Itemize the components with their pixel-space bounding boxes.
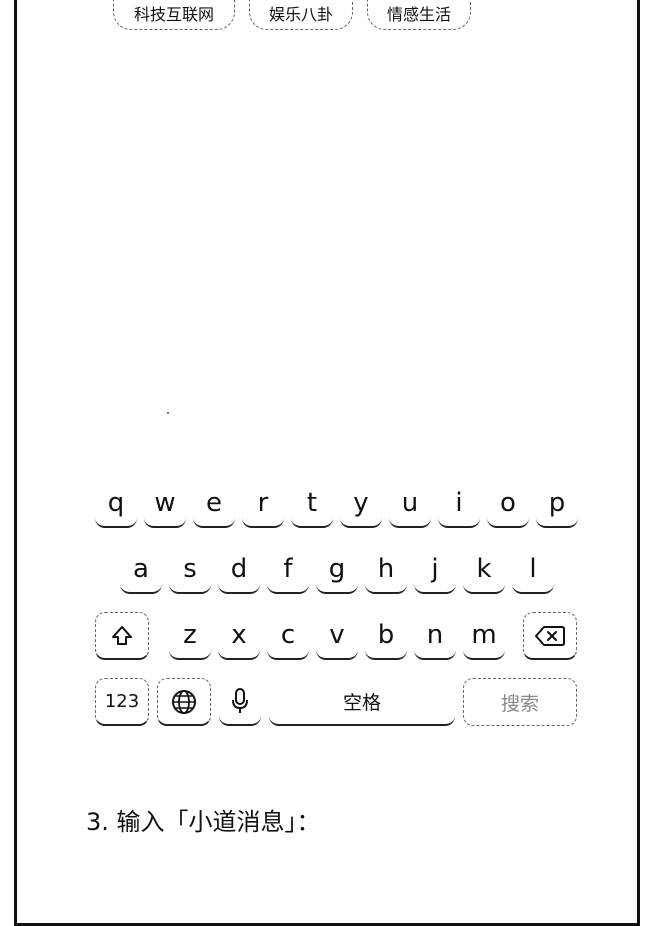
globe-icon — [171, 689, 197, 715]
backspace-key[interactable] — [523, 612, 577, 660]
key-t[interactable]: t — [291, 480, 333, 528]
key-p[interactable]: p — [536, 480, 578, 528]
key-e[interactable]: e — [193, 480, 235, 528]
key-m[interactable]: m — [463, 612, 505, 660]
keyboard: q w e r t y u i o p a s d f g h j k l z … — [80, 480, 584, 740]
key-j[interactable]: j — [414, 546, 456, 594]
key-s[interactable]: s — [169, 546, 211, 594]
chip-entertainment[interactable]: 娱乐八卦 — [249, 0, 353, 30]
globe-key[interactable] — [157, 678, 211, 726]
key-x[interactable]: x — [218, 612, 260, 660]
screen-frame: 科技互联网 娱乐八卦 情感生活 — [14, 0, 640, 926]
key-u[interactable]: u — [389, 480, 431, 528]
key-k[interactable]: k — [463, 546, 505, 594]
key-v[interactable]: v — [316, 612, 358, 660]
key-z[interactable]: z — [169, 612, 211, 660]
microphone-icon — [231, 688, 249, 714]
instruction-caption: 3. 输入「小道消息」： — [86, 808, 321, 836]
key-n[interactable]: n — [414, 612, 456, 660]
key-q[interactable]: q — [95, 480, 137, 528]
key-d[interactable]: d — [218, 546, 260, 594]
topic-chips: 科技互联网 娱乐八卦 情感生活 — [113, 0, 471, 30]
numbers-key[interactable]: 123 — [95, 678, 149, 726]
space-key[interactable]: 空格 — [269, 678, 455, 726]
chip-emotional-life[interactable]: 情感生活 — [367, 0, 471, 30]
key-r[interactable]: r — [242, 480, 284, 528]
key-h[interactable]: h — [365, 546, 407, 594]
search-key[interactable]: 搜索 — [463, 678, 577, 726]
mic-key[interactable] — [219, 678, 261, 726]
key-c[interactable]: c — [267, 612, 309, 660]
key-a[interactable]: a — [120, 546, 162, 594]
key-f[interactable]: f — [267, 546, 309, 594]
decorative-dot — [167, 412, 169, 414]
key-i[interactable]: i — [438, 480, 480, 528]
key-w[interactable]: w — [144, 480, 186, 528]
key-o[interactable]: o — [487, 480, 529, 528]
shift-key[interactable] — [95, 612, 149, 660]
shift-icon — [110, 624, 134, 648]
key-b[interactable]: b — [365, 612, 407, 660]
key-y[interactable]: y — [340, 480, 382, 528]
key-g[interactable]: g — [316, 546, 358, 594]
key-l[interactable]: l — [512, 546, 554, 594]
backspace-icon — [535, 625, 565, 647]
chip-tech-internet[interactable]: 科技互联网 — [113, 0, 235, 30]
